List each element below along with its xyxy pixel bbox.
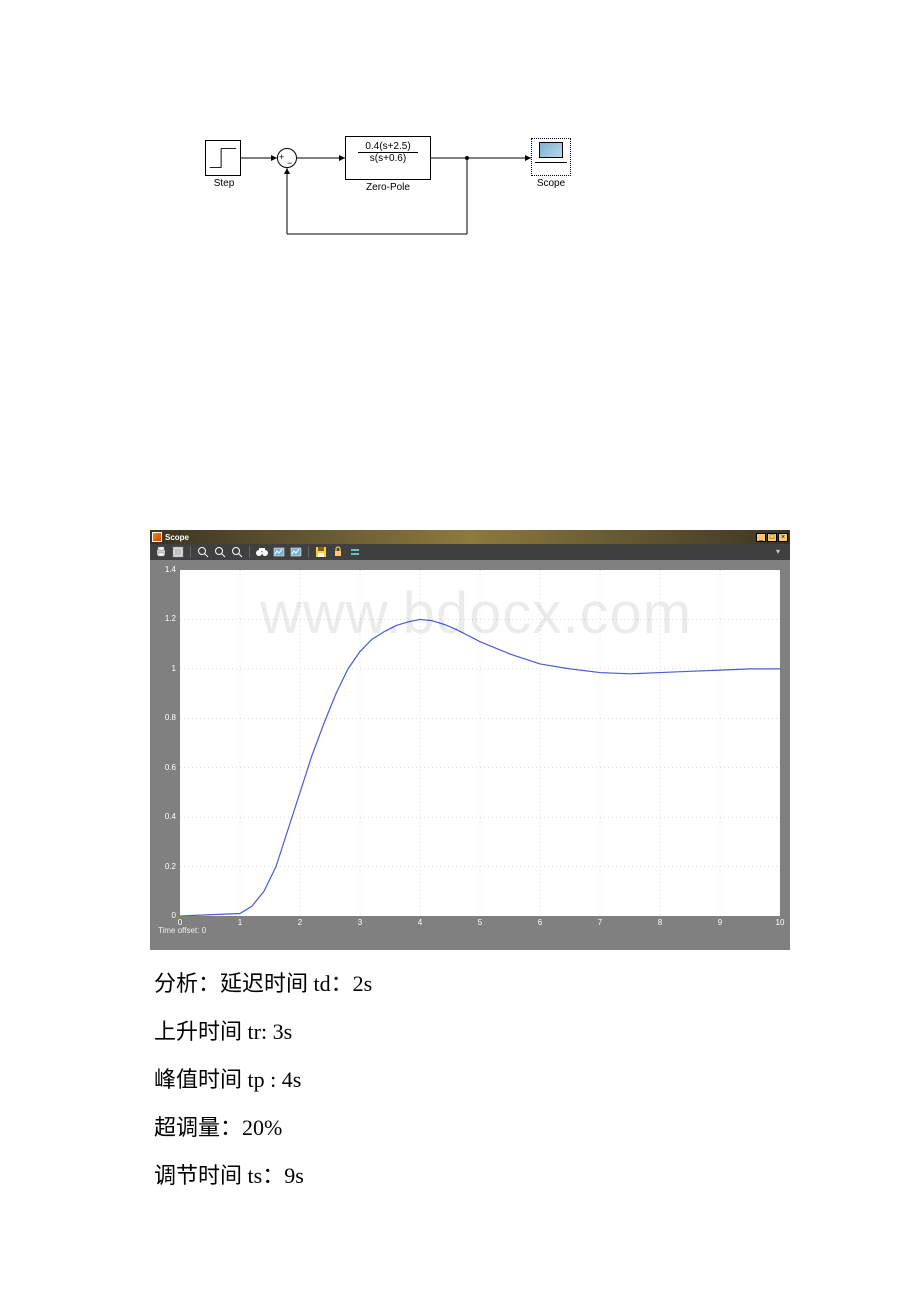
analysis-tp-val: 4s: [282, 1067, 302, 1092]
analysis-line-overshoot: 超调量：20%: [154, 1110, 754, 1142]
y-tick: 1: [154, 664, 176, 673]
restore-config-icon[interactable]: [289, 545, 303, 559]
zoom-in-icon[interactable]: [196, 545, 210, 559]
scope-label: Scope: [531, 178, 571, 189]
toolbar-separator: [190, 546, 191, 558]
y-tick: 1.2: [154, 614, 176, 623]
analysis-os-val: 20%: [242, 1115, 282, 1140]
analysis-os-prefix: 超调量：: [154, 1115, 242, 1140]
analysis-tp-sym: tp :: [248, 1067, 282, 1092]
print-icon[interactable]: [154, 545, 168, 559]
x-tick: 8: [658, 918, 662, 927]
x-tick: 10: [776, 918, 785, 927]
y-tick: 0: [154, 911, 176, 920]
close-button[interactable]: ×: [778, 533, 788, 542]
toolbar-separator: [249, 546, 250, 558]
x-tick: 7: [598, 918, 602, 927]
maximize-button[interactable]: □: [767, 533, 777, 542]
save-config-icon[interactable]: [272, 545, 286, 559]
analysis-line-tp: 峰值时间 tp : 4s: [154, 1062, 754, 1094]
x-tick: 1: [238, 918, 242, 927]
autoscale-icon[interactable]: [255, 545, 269, 559]
plot-area: 00.20.40.60.811.21.4 012345678910 Time o…: [154, 564, 786, 936]
window-controls: _ □ ×: [756, 533, 788, 542]
float-icon[interactable]: [348, 545, 362, 559]
step-label: Step: [209, 178, 239, 189]
scope-window: Scope _ □ ×: [150, 530, 790, 950]
titlebar: Scope _ □ ×: [150, 530, 790, 544]
x-tick: 9: [718, 918, 722, 927]
zoom-x-icon[interactable]: [213, 545, 227, 559]
sum-junction: + −: [277, 148, 297, 168]
toolbar-separator: [308, 546, 309, 558]
analysis-ts-prefix: 调节时间: [154, 1163, 248, 1188]
zero-pole-numerator: 0.4(s+2.5): [346, 141, 430, 152]
window-title: Scope: [165, 533, 189, 542]
analysis-ts-sym: ts：: [248, 1163, 285, 1188]
analysis-tp-prefix: 峰值时间: [154, 1067, 248, 1092]
plot-svg: [180, 570, 780, 916]
toolbar: ▾: [150, 544, 790, 560]
analysis-line-td: 分析：延迟时间 td：2s: [154, 966, 754, 998]
zero-pole-block: 0.4(s+2.5) s(s+0.6): [345, 136, 431, 180]
x-tick: 3: [358, 918, 362, 927]
zoom-y-icon[interactable]: [230, 545, 244, 559]
scope-base-icon: [535, 162, 567, 168]
x-tick: 2: [298, 918, 302, 927]
y-tick: 0.8: [154, 713, 176, 722]
floppy-icon[interactable]: [314, 545, 328, 559]
analysis-td-val: 2s: [353, 971, 373, 996]
sum-minus: −: [287, 158, 292, 168]
analysis-tr-val: 3s: [273, 1019, 293, 1044]
minimize-button[interactable]: _: [756, 533, 766, 542]
y-tick: 0.4: [154, 812, 176, 821]
analysis-td-sym: td：: [314, 971, 353, 996]
titlebar-left: Scope: [152, 532, 189, 542]
matlab-icon: [152, 532, 162, 542]
simulink-diagram: Step + − 0.4(s+2.5) s(s+0.6) Zero-Pole S…: [205, 130, 595, 250]
y-tick: 0.6: [154, 763, 176, 772]
x-tick: 5: [478, 918, 482, 927]
toolbar-right-icon[interactable]: ▾: [776, 547, 786, 557]
analysis-tr-sym: tr:: [248, 1019, 273, 1044]
y-tick: 0.2: [154, 862, 176, 871]
analysis-line-ts: 调节时间 ts：9s: [154, 1158, 754, 1190]
time-offset-label: Time offset: 0: [158, 926, 206, 935]
y-tick: 1.4: [154, 565, 176, 574]
step-block: [205, 140, 241, 176]
zero-pole-denominator: s(s+0.6): [358, 152, 418, 164]
parameters-icon[interactable]: [171, 545, 185, 559]
scope-block: [531, 138, 571, 176]
analysis-td-prefix: 分析：延迟时间: [154, 971, 314, 996]
lock-icon[interactable]: [331, 545, 345, 559]
x-tick: 6: [538, 918, 542, 927]
x-tick: 4: [418, 918, 422, 927]
sum-plus: +: [279, 152, 284, 162]
scope-screen-icon: [539, 142, 563, 158]
analysis-tr-prefix: 上升时间: [154, 1019, 248, 1044]
analysis-ts-val: 9s: [284, 1163, 304, 1188]
zero-pole-label: Zero-Pole: [355, 182, 421, 193]
analysis-line-tr: 上升时间 tr: 3s: [154, 1014, 754, 1046]
analysis-section: 分析：延迟时间 td：2s 上升时间 tr: 3s 峰值时间 tp : 4s 超…: [154, 966, 754, 1206]
